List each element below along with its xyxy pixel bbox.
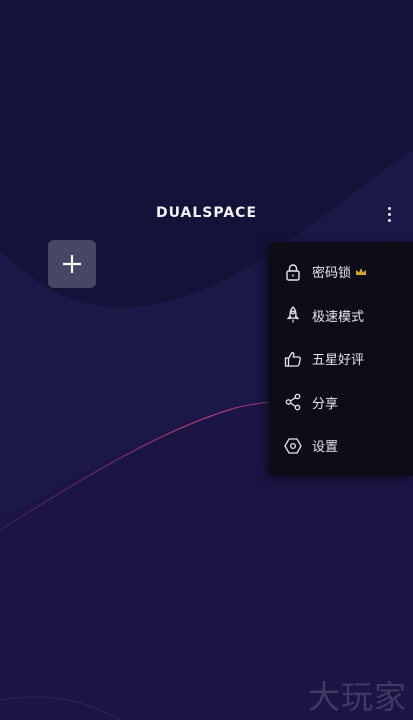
plus-icon xyxy=(63,255,81,273)
more-dot xyxy=(387,212,391,216)
menu-item-five-star-rating[interactable]: 五星好评 xyxy=(268,337,413,381)
more-vertical-icon[interactable] xyxy=(378,200,400,228)
share-icon xyxy=(284,393,302,411)
menu-item-label: 密码锁 xyxy=(312,266,352,282)
settings-hexagon-icon xyxy=(284,437,302,455)
app-screen: DUALSPACE 密码锁 极速模式 五星好评 分享 设置 大玩家 xyxy=(0,0,413,720)
lock-icon xyxy=(284,263,302,281)
menu-item-label: 五星好评 xyxy=(312,353,365,369)
add-app-button[interactable] xyxy=(48,240,96,288)
rocket-icon xyxy=(284,306,302,324)
menu-item-label: 设置 xyxy=(312,440,339,456)
overflow-menu: 密码锁 极速模式 五星好评 分享 设置 xyxy=(268,242,413,476)
thumbs-up-icon xyxy=(284,350,302,368)
crown-icon xyxy=(355,267,367,277)
menu-item-settings[interactable]: 设置 xyxy=(268,424,413,468)
menu-item-speed-mode[interactable]: 极速模式 xyxy=(268,294,413,338)
menu-item-label: 分享 xyxy=(312,396,339,412)
watermark-text: 大玩家 xyxy=(307,678,407,716)
more-dot xyxy=(387,218,391,222)
menu-item-password-lock[interactable]: 密码锁 xyxy=(268,250,413,294)
dualspace-logo: DUALSPACE xyxy=(155,205,258,221)
menu-item-label: 极速模式 xyxy=(312,309,365,325)
menu-item-share[interactable]: 分享 xyxy=(268,381,413,425)
more-dot xyxy=(387,206,391,210)
